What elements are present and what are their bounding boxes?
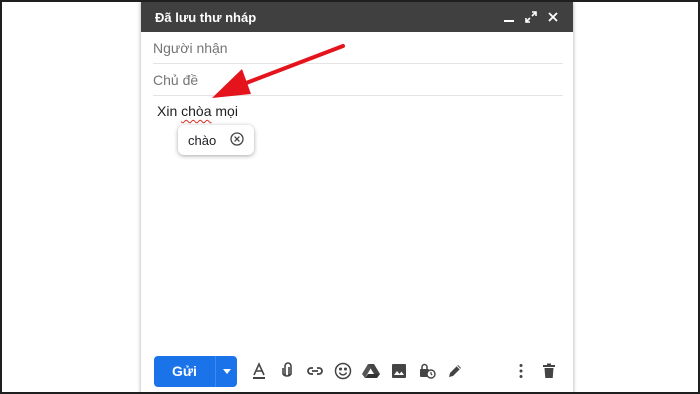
attach-icon[interactable] xyxy=(277,361,297,381)
compose-titlebar[interactable]: Đã lưu thư nháp xyxy=(141,2,573,32)
drive-icon[interactable] xyxy=(361,361,381,381)
body-text-after: mọi xyxy=(211,103,238,119)
recipients-input[interactable] xyxy=(153,39,563,56)
message-body[interactable]: Xin chòa mọi xyxy=(157,103,238,119)
format-text-icon[interactable] xyxy=(249,361,269,381)
subject-input[interactable] xyxy=(153,71,563,88)
photo-icon[interactable] xyxy=(389,361,409,381)
close-icon[interactable] xyxy=(545,9,561,25)
minimize-icon[interactable] xyxy=(501,9,517,25)
compose-toolbar: Gửi xyxy=(141,348,573,394)
emoji-icon[interactable] xyxy=(333,361,353,381)
body-text-before: Xin xyxy=(157,103,182,119)
subject-field[interactable] xyxy=(153,64,563,96)
send-options-icon[interactable] xyxy=(215,355,237,387)
signature-icon[interactable] xyxy=(445,361,465,381)
fullscreen-icon[interactable] xyxy=(523,9,539,25)
more-options-icon[interactable] xyxy=(511,361,531,381)
compose-title: Đã lưu thư nháp xyxy=(155,9,257,25)
confidential-icon[interactable] xyxy=(417,361,437,381)
suggestion-text[interactable]: chào xyxy=(188,133,216,148)
send-button-group: Gửi xyxy=(154,355,237,387)
recipients-field[interactable] xyxy=(153,32,563,64)
dismiss-suggestion-icon[interactable] xyxy=(230,131,244,149)
trash-icon[interactable] xyxy=(539,361,559,381)
send-button[interactable]: Gửi xyxy=(154,355,215,387)
link-icon[interactable] xyxy=(305,361,325,381)
compose-window: Đã lưu thư nháp Xin chòa mọi chào xyxy=(141,2,573,394)
misspelled-word[interactable]: chòa xyxy=(181,103,211,119)
spelling-suggestion[interactable]: chào xyxy=(178,125,255,155)
